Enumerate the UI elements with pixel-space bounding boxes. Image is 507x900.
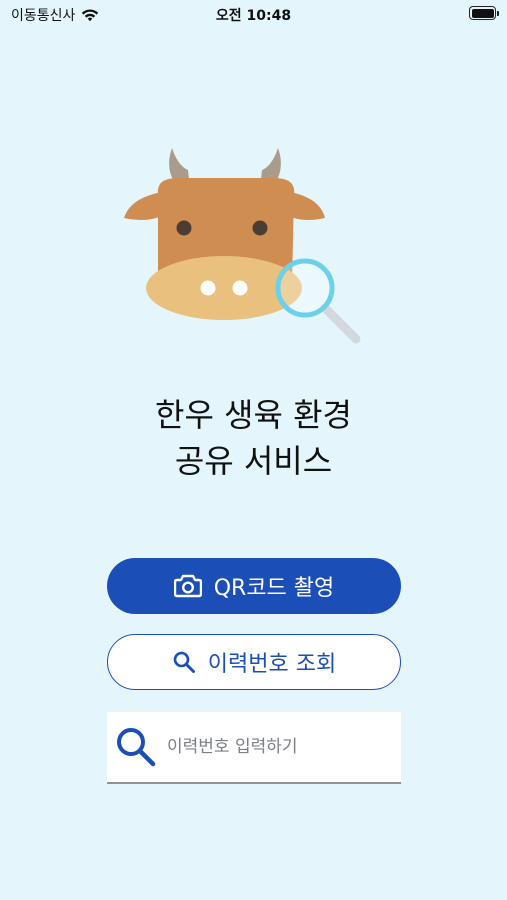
search-field-icon-wrap[interactable] [107,711,165,783]
cow-with-magnifier-icon [124,148,361,344]
history-lookup-button[interactable]: 이력번호 조회 [107,634,401,690]
page-title: 한우 생육 환경 공유 서비스 [0,392,507,484]
app-screen: 이동통신사 오전 10:48 한우 생육 환경 공유 서비스 QR코드 촬영 이… [0,0,507,900]
history-number-input[interactable] [167,727,387,767]
status-time: 오전 10:48 [215,8,292,24]
battery-icon [469,6,499,20]
history-number-search [107,712,401,784]
status-bar: 이동통신사 오전 10:48 [0,0,507,30]
search-icon [117,728,156,767]
qr-scan-label: QR코드 촬영 [213,576,335,601]
camera-icon [173,574,202,598]
search-icon [173,651,195,673]
title-line-2: 공유 서비스 [174,442,333,480]
qr-scan-button[interactable]: QR코드 촬영 [107,558,401,614]
history-lookup-label: 이력번호 조회 [207,652,337,677]
title-line-1: 한우 생육 환경 [155,396,352,434]
